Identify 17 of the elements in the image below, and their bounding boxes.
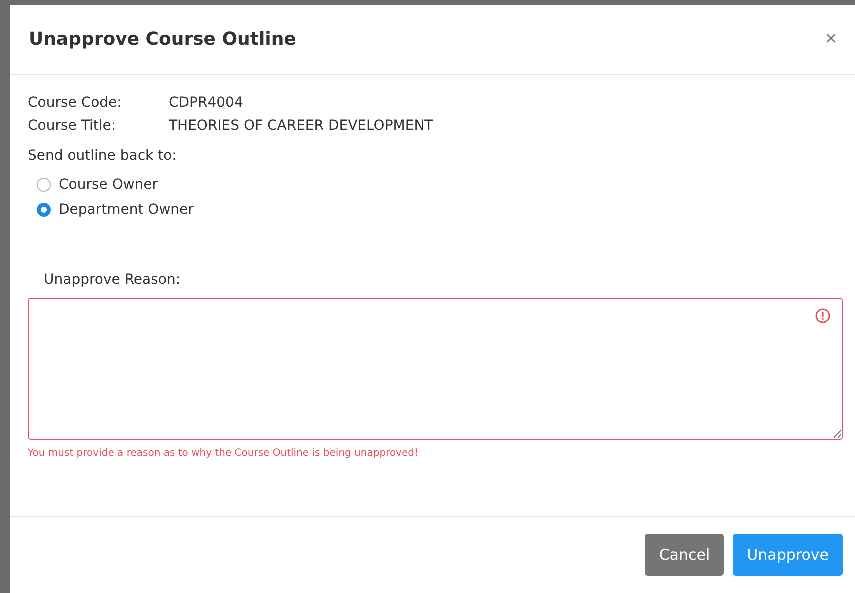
unapprove-button[interactable]: Unapprove <box>733 534 843 576</box>
radio-label[interactable]: Department Owner <box>59 202 194 218</box>
close-button[interactable]: × <box>821 28 841 51</box>
reason-label: Unapprove Reason: <box>44 272 181 288</box>
radio-label[interactable]: Course Owner <box>59 176 158 192</box>
field-label: Course Code: <box>28 95 123 111</box>
radio-button[interactable] <box>37 202 51 216</box>
radio-button[interactable] <box>37 178 51 192</box>
dialog-title: Unapprove Course Outline <box>29 29 296 50</box>
send-back-label: Send outline back to: <box>28 148 177 164</box>
field-label: Course Title: <box>28 118 118 134</box>
error-message: You must provide a reason as to why the Course Outline is being unapproved! <box>28 448 418 459</box>
field-value: CDPR4004 <box>169 95 244 111</box>
reason-field[interactable] <box>28 298 843 440</box>
cancel-button[interactable]: Cancel <box>645 534 724 576</box>
field-value: THEORIES OF CAREER DEVELOPMENT <box>169 118 434 134</box>
warning-icon <box>815 308 831 324</box>
